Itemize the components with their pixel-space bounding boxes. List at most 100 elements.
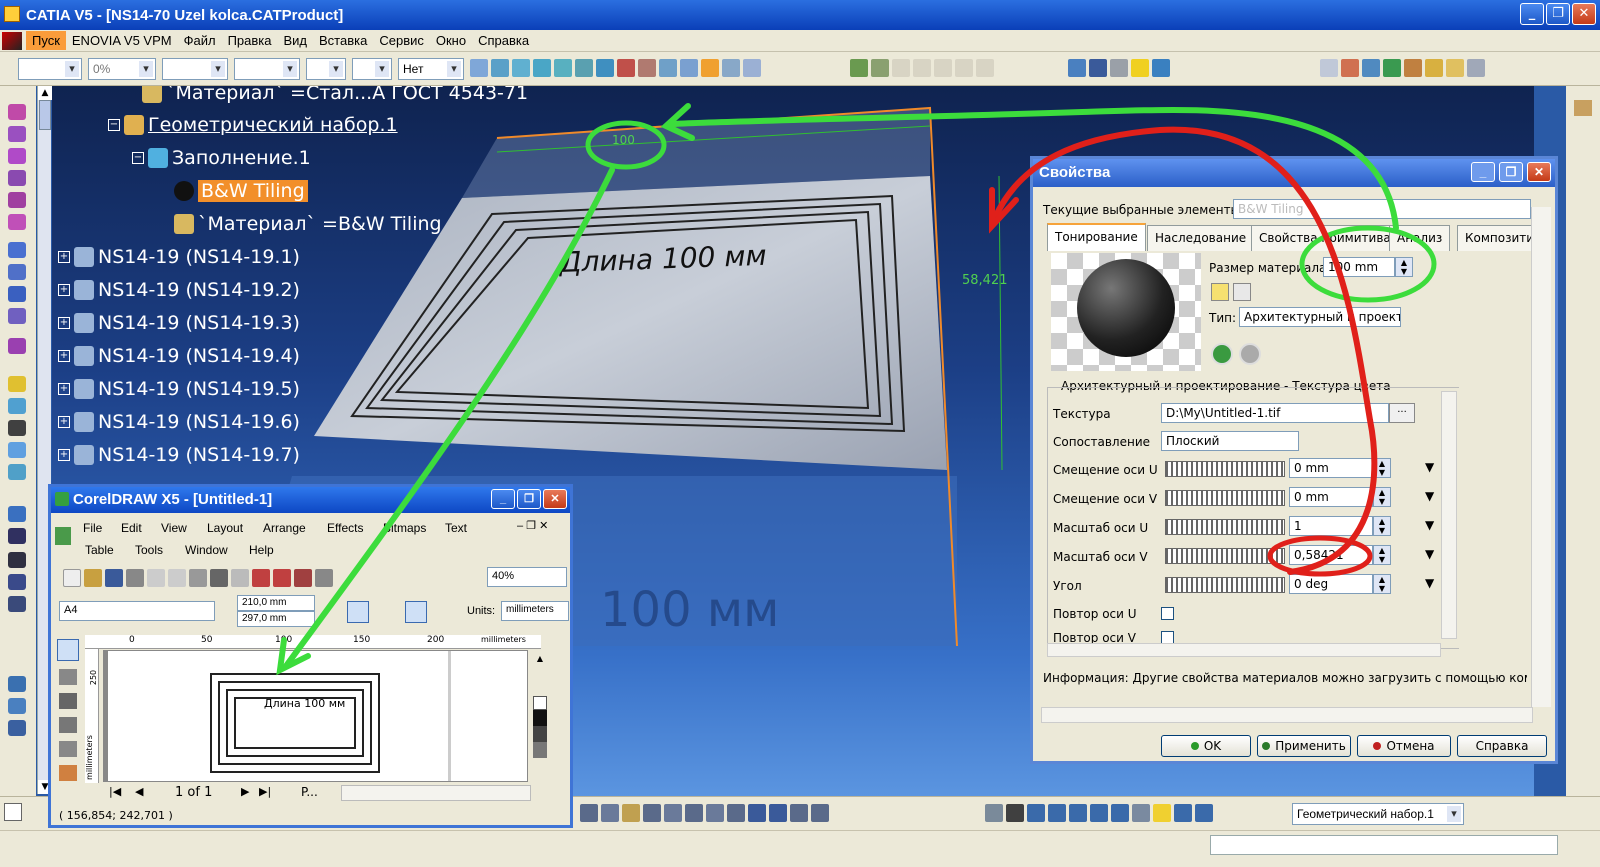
- current-page-icon[interactable]: [431, 601, 453, 623]
- menu-edit[interactable]: Правка: [222, 31, 278, 50]
- render-icon[interactable]: [1341, 59, 1359, 77]
- sketch-icon[interactable]: [1320, 59, 1338, 77]
- scale-v-field[interactable]: 0,58421: [1289, 545, 1373, 565]
- offset-v-field[interactable]: 0 mm: [1289, 487, 1373, 507]
- forward-arrow-icon[interactable]: [1239, 343, 1261, 365]
- mapping-combo[interactable]: Плоский: [1161, 431, 1299, 451]
- tab-composites[interactable]: Композити: [1457, 225, 1541, 251]
- render3-icon[interactable]: [1383, 59, 1401, 77]
- menu-enovia[interactable]: ENOVIA V5 VPM: [66, 31, 178, 50]
- params-hscroll[interactable]: [1047, 643, 1441, 657]
- freehand-tool-icon[interactable]: [59, 741, 77, 757]
- bottom-tool-icon[interactable]: [706, 804, 724, 822]
- dialog-close-button[interactable]: ✕: [1527, 162, 1551, 182]
- texture-path-field[interactable]: D:\My\Untitled-1.tif: [1161, 403, 1389, 423]
- swatch-gray-2[interactable]: [533, 742, 547, 758]
- render4-icon[interactable]: [1404, 59, 1422, 77]
- tool-19-icon[interactable]: [8, 552, 26, 568]
- layer-icon-combo[interactable]: [352, 58, 392, 80]
- axis-icon[interactable]: [1027, 804, 1045, 822]
- minimize-button[interactable]: _: [1520, 3, 1544, 25]
- scissors-icon[interactable]: [617, 59, 635, 77]
- tree-part-3[interactable]: + NS14-19 (NS14-19.3): [58, 312, 300, 334]
- tool-icon[interactable]: [871, 59, 889, 77]
- scale-u-dropdown-icon[interactable]: ▼: [1425, 518, 1434, 532]
- corel-menu-edit[interactable]: Edit: [121, 521, 142, 535]
- offset-u-slider[interactable]: [1165, 461, 1285, 477]
- page-height-field[interactable]: 297,0 mm: [237, 611, 315, 627]
- corel-menu-effects[interactable]: Effects: [327, 521, 363, 535]
- bottom-tool-icon[interactable]: [1153, 804, 1171, 822]
- collapse-icon[interactable]: −: [108, 119, 120, 131]
- help-button[interactable]: Справка: [1457, 735, 1547, 757]
- right-tool-icon[interactable]: [1574, 100, 1592, 116]
- product-icon[interactable]: [1068, 59, 1086, 77]
- tool-16-icon[interactable]: [8, 464, 26, 480]
- tree-part-5[interactable]: + NS14-19 (NS14-19.5): [58, 378, 300, 400]
- new-icon[interactable]: [4, 803, 22, 821]
- cylinder5-icon[interactable]: [575, 59, 593, 77]
- cylinder-icon[interactable]: [491, 59, 509, 77]
- tree-material-steel[interactable]: `Материал` =Стал...А ГОСТ 4543-71: [142, 86, 528, 104]
- scale-u-slider[interactable]: [1165, 519, 1285, 535]
- cancel-button[interactable]: Отмена: [1357, 735, 1451, 757]
- menu-file[interactable]: Файл: [178, 31, 222, 50]
- bottom-tool-icon[interactable]: [811, 804, 829, 822]
- move-icon[interactable]: [1110, 59, 1128, 77]
- geom-set-combo[interactable]: Геометрический набор.1: [1292, 803, 1464, 825]
- dialog-vscroll[interactable]: [1531, 207, 1551, 707]
- angle-spinner[interactable]: ▲ ▼: [1373, 574, 1391, 594]
- house2-icon[interactable]: [1446, 59, 1464, 77]
- tool-7-icon[interactable]: [8, 242, 26, 258]
- expand-icon[interactable]: +: [58, 383, 70, 395]
- tool-9-icon[interactable]: [8, 286, 26, 302]
- page-tab[interactable]: P...: [301, 785, 318, 799]
- paper-size-combo[interactable]: A4: [59, 601, 215, 621]
- explode-icon[interactable]: [701, 59, 719, 77]
- tool-4-icon[interactable]: [8, 170, 26, 186]
- redo-icon[interactable]: [231, 569, 249, 587]
- tree-bw-tiling[interactable]: B&W Tiling: [174, 180, 308, 202]
- zoom-tool-icon[interactable]: [59, 717, 77, 733]
- swatch-black[interactable]: [533, 710, 547, 726]
- cylinder3-icon[interactable]: [533, 59, 551, 77]
- compass-icon[interactable]: [1131, 59, 1149, 77]
- bottom-tool-icon[interactable]: [1174, 804, 1192, 822]
- color-combo[interactable]: [18, 58, 82, 80]
- portrait-icon[interactable]: [347, 601, 369, 623]
- copy-icon[interactable]: [168, 569, 186, 587]
- globe-icon[interactable]: [1152, 59, 1170, 77]
- tree-part-6[interactable]: + NS14-19 (NS14-19.6): [58, 411, 300, 433]
- layer-combo[interactable]: Нет: [398, 58, 464, 80]
- corel-menu-view[interactable]: View: [161, 521, 187, 535]
- publish-icon[interactable]: [294, 569, 312, 587]
- bottom-tool-icon[interactable]: [727, 804, 745, 822]
- scroll-thumb[interactable]: [39, 100, 51, 130]
- bottom-tool-icon[interactable]: [1090, 804, 1108, 822]
- tool-2-icon[interactable]: [8, 126, 26, 142]
- shape-tool-icon[interactable]: [59, 669, 77, 685]
- canvas-hscroll[interactable]: [341, 785, 531, 801]
- tree-part-2[interactable]: + NS14-19 (NS14-19.2): [58, 279, 300, 301]
- table-icon[interactable]: [769, 804, 787, 822]
- tool-11-icon[interactable]: [8, 338, 26, 354]
- undo-icon[interactable]: [210, 569, 228, 587]
- close-button[interactable]: ✕: [1572, 3, 1596, 25]
- scale-v-spinner[interactable]: ▲ ▼: [1373, 545, 1391, 565]
- ok-button[interactable]: OK: [1161, 735, 1251, 757]
- swatch-gray-1[interactable]: [533, 726, 547, 742]
- bottom-tool-icon[interactable]: [643, 804, 661, 822]
- current-selection-field[interactable]: B&W Tiling: [1233, 199, 1531, 219]
- bottom-tool-icon[interactable]: [985, 804, 1003, 822]
- page-width-field[interactable]: 210,0 mm: [237, 595, 315, 611]
- tool-15-icon[interactable]: [8, 442, 26, 458]
- update-icon[interactable]: [850, 59, 868, 77]
- corel-menu-window[interactable]: Window: [185, 543, 228, 557]
- menu-insert[interactable]: Вставка: [313, 31, 373, 50]
- collapse-icon[interactable]: −: [132, 152, 144, 164]
- material-size-field[interactable]: 100 mm: [1323, 257, 1395, 277]
- maximize-button[interactable]: ❐: [1546, 3, 1570, 25]
- tool-17-icon[interactable]: [8, 506, 26, 522]
- tool-24-icon[interactable]: [8, 720, 26, 736]
- launcher-icon[interactable]: [315, 569, 333, 587]
